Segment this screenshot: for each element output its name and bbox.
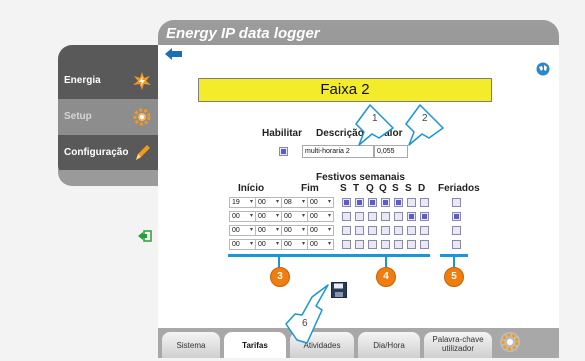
globe-icon[interactable] [536,62,550,76]
callout-5: 5 [444,267,464,287]
day-label: S [340,183,347,194]
day-label: S [392,183,399,194]
holidays-label: Feriados [438,183,480,194]
start-label: Início [238,183,265,194]
weekday-checkbox[interactable] [368,226,377,235]
day-label: S [405,183,412,194]
weekday-checkbox[interactable] [368,198,377,207]
holiday-checkbox[interactable] [452,198,461,207]
time-range-underline [228,254,342,257]
holiday-checkbox[interactable] [452,240,461,249]
app-title: Energy IP data logger [166,25,320,42]
callout-6-arrow [285,284,329,344]
end-minute-select[interactable]: 00 [307,197,334,208]
day-label: Q [366,183,374,194]
end-label: Fim [301,183,319,194]
tab-dia-hora[interactable]: Dia/Hora [358,332,420,358]
start-hour-select[interactable]: 00 [229,225,256,236]
callout-4: 4 [376,267,396,287]
callout-1-label: 1 [372,113,378,124]
weekday-checkbox[interactable] [342,198,351,207]
start-hour-select[interactable]: 00 [229,239,256,250]
range-title: Faixa 2 [320,81,370,98]
tab-tarifas[interactable]: Tarifas [224,332,286,358]
callout-2-label: 2 [422,113,428,124]
sidebar-footer [58,170,158,186]
tab-sistema[interactable]: Sistema [162,332,220,358]
sidebar: Energia Setup Configuração [58,45,158,186]
start-minute-select[interactable]: 00 [255,211,282,222]
sidebar-item-label: Energia [64,75,101,86]
enable-checkbox[interactable] [279,147,288,156]
weekday-checkbox[interactable] [342,226,351,235]
end-hour-select[interactable]: 00 [281,225,308,236]
start-minute-select[interactable]: 00 [255,239,282,250]
end-minute-select[interactable]: 00 [307,211,334,222]
weekday-checkbox[interactable] [381,226,390,235]
weekday-checkbox[interactable] [394,226,403,235]
festivos-label: Festivos semanais [316,172,405,183]
day-label: D [418,183,426,194]
tab-label: Dia/Hora [373,341,405,350]
sidebar-item-label: Setup [64,111,92,122]
tab-label: Tarifas [242,341,268,350]
weekday-checkbox[interactable] [420,240,429,249]
weekday-checkbox[interactable] [420,212,429,221]
end-hour-select[interactable]: 00 [281,211,308,222]
start-minute-select[interactable]: 00 [255,197,282,208]
weekday-checkbox[interactable] [394,212,403,221]
exit-icon[interactable] [138,230,152,242]
weekday-checkbox[interactable] [407,240,416,249]
weekday-checkbox[interactable] [394,198,403,207]
start-hour-select[interactable]: 00 [229,211,256,222]
day-label: T [353,183,360,194]
gear-icon [133,108,151,126]
weekday-checkbox[interactable] [355,226,364,235]
tab-palavra-chave[interactable]: Palavra-chave utilizador [424,332,492,358]
weekday-checkbox[interactable] [381,240,390,249]
pencil-icon [136,145,150,160]
sidebar-item-setup[interactable]: Setup [58,99,158,135]
holiday-checkbox[interactable] [452,226,461,235]
description-input[interactable]: multi-horaria 2 [302,145,374,158]
end-minute-select[interactable]: 00 [307,239,334,250]
weekday-checkbox[interactable] [368,240,377,249]
weekday-checkbox[interactable] [394,240,403,249]
weekday-checkbox[interactable] [355,240,364,249]
weekday-checkbox[interactable] [355,212,364,221]
weekday-checkbox[interactable] [355,198,364,207]
sidebar-item-label: Configuração [64,147,129,158]
end-minute-select[interactable]: 00 [307,225,334,236]
tab-label: Palavra-chave utilizador [432,335,484,353]
weekday-checkbox[interactable] [407,198,416,207]
weekday-checkbox[interactable] [368,212,377,221]
sidebar-item-energia[interactable]: Energia [58,63,158,99]
weekday-checkbox[interactable] [407,212,416,221]
weekday-checkbox[interactable] [381,198,390,207]
tab-label: Sistema [176,341,206,350]
enable-label: Habilitar [262,128,303,139]
end-hour-select[interactable]: 00 [281,239,308,250]
start-hour-select[interactable]: 19 [229,197,256,208]
start-minute-select[interactable]: 00 [255,225,282,236]
sidebar-item-configuracao[interactable]: Configuração [58,135,158,171]
weekday-checkbox[interactable] [342,240,351,249]
weekday-checkbox[interactable] [420,226,429,235]
holiday-checkbox[interactable] [452,212,461,221]
weekday-checkbox[interactable] [381,212,390,221]
callout-6-label: 6 [302,318,308,329]
weekday-checkbox[interactable] [420,198,429,207]
weekday-checkbox[interactable] [342,212,351,221]
end-hour-select[interactable]: 08 [281,197,308,208]
weekday-checkbox[interactable] [407,226,416,235]
energy-icon [133,72,151,90]
day-label: Q [379,183,387,194]
callout-1-arrow [355,104,394,146]
value-input[interactable]: 0,055 [374,145,408,158]
settings-gear-icon[interactable] [498,330,522,354]
callout-2-arrow [405,104,444,146]
range-banner: Faixa 2 [198,78,492,102]
back-arrow-icon[interactable] [165,48,183,60]
